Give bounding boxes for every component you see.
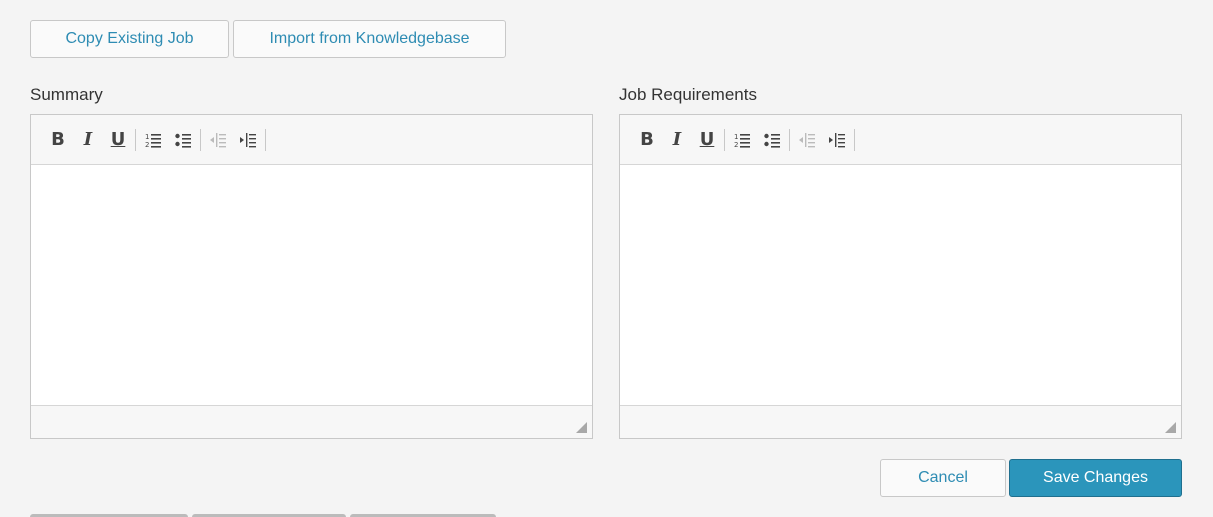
copy-existing-job-button[interactable]: Copy Existing Job	[30, 20, 229, 58]
cancel-button[interactable]: Cancel	[880, 459, 1006, 497]
job-requirements-text-area[interactable]	[620, 165, 1181, 406]
save-changes-button[interactable]: Save Changes	[1009, 459, 1182, 497]
job-requirements-editor: B I U 12	[619, 114, 1182, 439]
italic-icon[interactable]: I	[73, 125, 103, 155]
bullet-list-icon[interactable]	[168, 125, 198, 155]
summary-statusbar	[31, 406, 592, 438]
job-requirements-toolbar: B I U 12	[620, 115, 1181, 165]
indent-icon[interactable]	[233, 125, 263, 155]
bullet-list-icon[interactable]	[757, 125, 787, 155]
toolbar-separator	[135, 128, 136, 151]
svg-text:2: 2	[734, 141, 738, 148]
italic-icon[interactable]: I	[662, 125, 692, 155]
numbered-list-icon[interactable]: 12	[727, 125, 757, 155]
summary-label: Summary	[30, 85, 103, 104]
toolbar-separator	[265, 128, 266, 151]
toolbar-separator	[854, 128, 855, 151]
summary-toolbar: B I U 12	[31, 115, 592, 165]
import-from-knowledgebase-button[interactable]: Import from Knowledgebase	[233, 20, 506, 58]
bold-icon[interactable]: B	[43, 125, 73, 155]
summary-text-area[interactable]	[31, 165, 592, 406]
resize-handle-icon[interactable]	[1165, 422, 1176, 433]
svg-text:2: 2	[145, 141, 149, 148]
job-requirements-statusbar	[620, 406, 1181, 438]
underline-icon[interactable]: U	[692, 125, 722, 155]
toolbar-separator	[200, 128, 201, 151]
indent-icon[interactable]	[822, 125, 852, 155]
underline-icon[interactable]: U	[103, 125, 133, 155]
toolbar-separator	[724, 128, 725, 151]
numbered-list-icon[interactable]: 12	[138, 125, 168, 155]
summary-editor: B I U 12	[30, 114, 593, 439]
svg-text:1: 1	[145, 133, 149, 141]
outdent-icon[interactable]	[203, 125, 233, 155]
bold-icon[interactable]: B	[632, 125, 662, 155]
resize-handle-icon[interactable]	[576, 422, 587, 433]
job-requirements-label: Job Requirements	[619, 85, 757, 104]
toolbar-separator	[789, 128, 790, 151]
svg-text:1: 1	[734, 133, 738, 141]
outdent-icon[interactable]	[792, 125, 822, 155]
